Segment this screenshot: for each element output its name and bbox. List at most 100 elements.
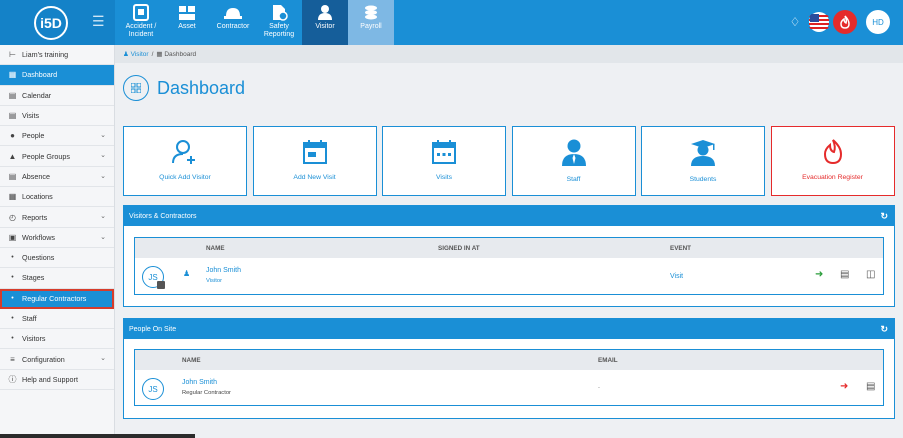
person-name[interactable]: John Smith	[182, 379, 217, 386]
module-label: Contractor	[216, 23, 250, 30]
menu-icon[interactable]: ☰	[92, 13, 105, 30]
quick-action-cards: Quick Add Visitor Add New Visit Visits S…	[123, 126, 895, 196]
visits-card[interactable]: Visits	[382, 126, 506, 196]
module-tab-contractor[interactable]: Contractor	[210, 0, 256, 45]
breadcrumb-current: Dashboard	[164, 50, 197, 58]
module-tab-visitor[interactable]: Visitor	[302, 0, 348, 45]
sidebar-item-people-groups[interactable]: ▲ People Groups ⌄	[0, 146, 114, 167]
workflows-icon: ▣	[8, 232, 17, 242]
module-tab-asset[interactable]: Asset	[164, 0, 210, 45]
module-label: Safety Reporting	[263, 23, 295, 38]
event-link[interactable]: Visit	[670, 273, 683, 280]
sidebar-item-dashboard[interactable]: ▦ Dashboard	[0, 65, 114, 86]
sidebar-item-label: Help and Support	[22, 374, 78, 384]
sidebar-item-label: Staff	[22, 314, 37, 323]
org-selector[interactable]: ⊢ Liam's training	[0, 45, 114, 66]
col-email: EMAIL	[598, 357, 618, 364]
dot-icon: •	[11, 274, 14, 282]
grid-icon: ▦	[156, 51, 165, 58]
person-name[interactable]: John Smith	[206, 267, 241, 274]
sidebar-item-visits[interactable]: ▤ Visits	[0, 106, 114, 127]
sidebar-item-reports[interactable]: ◴ Reports ⌄	[0, 207, 114, 228]
page-header: Dashboard	[123, 75, 245, 101]
dot-icon: •	[11, 335, 14, 343]
person-icon: ♟	[123, 51, 131, 58]
door-icon[interactable]: ◫	[866, 269, 875, 280]
sidebar-item-locations[interactable]: ▦ Locations	[0, 187, 114, 208]
bell-icon[interactable]: ♢	[784, 11, 806, 33]
flag-us-icon[interactable]	[808, 11, 830, 33]
col-name: NAME	[206, 245, 225, 252]
id-card-icon[interactable]: ▤	[840, 269, 849, 280]
sidebar-item-questions[interactable]: • Questions	[0, 248, 114, 269]
calendar-icon: ▤	[8, 90, 17, 100]
add-new-visit-card[interactable]: Add New Visit	[252, 126, 377, 196]
sign-out-icon[interactable]: ➜	[840, 381, 848, 392]
staff-card[interactable]: Staff	[511, 126, 636, 196]
sign-in-icon[interactable]: ➜	[815, 269, 823, 280]
chevron-down-icon: ⌄	[100, 213, 106, 221]
reports-icon: ◴	[9, 212, 16, 222]
sidebar-item-people[interactable]: ● People ⌄	[0, 126, 114, 147]
help-icon: ⓘ	[8, 374, 17, 384]
sidebar-item-help[interactable]: ⓘ Help and Support	[0, 370, 114, 391]
col-name: NAME	[182, 357, 201, 364]
col-signed-in: SIGNED IN AT	[438, 245, 480, 252]
module-tab-safety-reporting[interactable]: Safety Reporting	[256, 0, 302, 45]
sidebar-item-visitors[interactable]: • Visitors	[0, 329, 114, 350]
logo-area: i5D ☰	[0, 0, 115, 45]
table-row: JS John Smith Regular Contractor - ➜ ▤	[135, 370, 883, 414]
building-icon: ▦	[8, 192, 17, 202]
people-icon: ●	[10, 131, 15, 141]
students-card[interactable]: Students	[641, 126, 765, 196]
sidebar-item-label: Dashboard	[22, 70, 58, 80]
table-header: NAME EMAIL	[135, 350, 883, 370]
sidebar-item-workflows[interactable]: ▣ Workflows ⌄	[0, 228, 114, 248]
visitors-contractors-panel: Visitors & Contractors ↻ NAME SIGNED IN …	[123, 205, 895, 307]
table-row: JS ♟ John Smith Visitor Visit ➜ ▤ ◫	[135, 258, 883, 302]
sidebar-item-staff[interactable]: • Staff	[0, 309, 114, 330]
calendar-icon	[302, 140, 327, 164]
sidebar-item-label: Visitors	[22, 334, 46, 344]
card-label: Staff	[566, 176, 581, 183]
safety-reporting-icon	[273, 5, 288, 21]
fire-alert-icon[interactable]	[833, 10, 857, 34]
sidebar-item-label: Locations	[22, 192, 53, 202]
refresh-icon[interactable]: ↻	[880, 211, 888, 222]
refresh-icon[interactable]: ↻	[880, 324, 888, 335]
sidebar-item-label: Reports	[22, 212, 48, 222]
sidebar-item-configuration[interactable]: ≡ Configuration ⌄	[0, 349, 114, 370]
card-label: Quick Add Visitor	[159, 174, 211, 181]
module-label: Asset	[178, 23, 196, 30]
sidebar-item-absence[interactable]: ▤ Absence ⌄	[0, 167, 114, 188]
people-on-site-panel: People On Site ↻ NAME EMAIL JS John Smit…	[123, 318, 895, 419]
sidebar-item-calendar[interactable]: ▤ Calendar	[0, 86, 114, 106]
visits-icon: ▤	[8, 111, 17, 121]
module-label: Visitor	[315, 23, 335, 30]
logo[interactable]: i5D	[34, 6, 68, 40]
breadcrumb-visitor[interactable]: Visitor	[131, 51, 149, 58]
grid-icon	[123, 75, 149, 101]
absence-icon: ▤	[8, 171, 17, 181]
module-tab-accident[interactable]: Accident / Incident	[118, 0, 164, 45]
sidebar-item-regular-contractors[interactable]: • Regular Contractors	[0, 288, 114, 309]
quick-add-visitor-card[interactable]: Quick Add Visitor	[123, 126, 247, 196]
graduate-icon	[691, 140, 715, 166]
panel-title: People On Site	[129, 325, 177, 333]
bottom-strip	[0, 434, 195, 438]
panel-header: Visitors & Contractors ↻	[124, 206, 894, 226]
fire-icon	[823, 139, 842, 165]
sidebar-item-label: Regular Contractors	[22, 293, 87, 303]
table-header: NAME SIGNED IN AT EVENT	[135, 238, 883, 258]
id-card-icon[interactable]: ▤	[866, 381, 875, 392]
visitors-table: NAME SIGNED IN AT EVENT JS ♟ John Smith …	[134, 237, 884, 295]
sidebar-item-label: Stages	[22, 273, 45, 283]
calendar-dots-icon	[432, 140, 456, 164]
module-tab-payroll[interactable]: Payroll	[348, 0, 394, 45]
configuration-icon: ≡	[10, 354, 15, 364]
sidebar-item-stages[interactable]: • Stages	[0, 268, 114, 289]
hardhat-icon	[224, 8, 242, 19]
user-avatar[interactable]: HD	[866, 10, 890, 34]
sidebar-item-label: Calendar	[22, 90, 52, 100]
evacuation-register-card[interactable]: Evacuation Register	[770, 126, 895, 196]
